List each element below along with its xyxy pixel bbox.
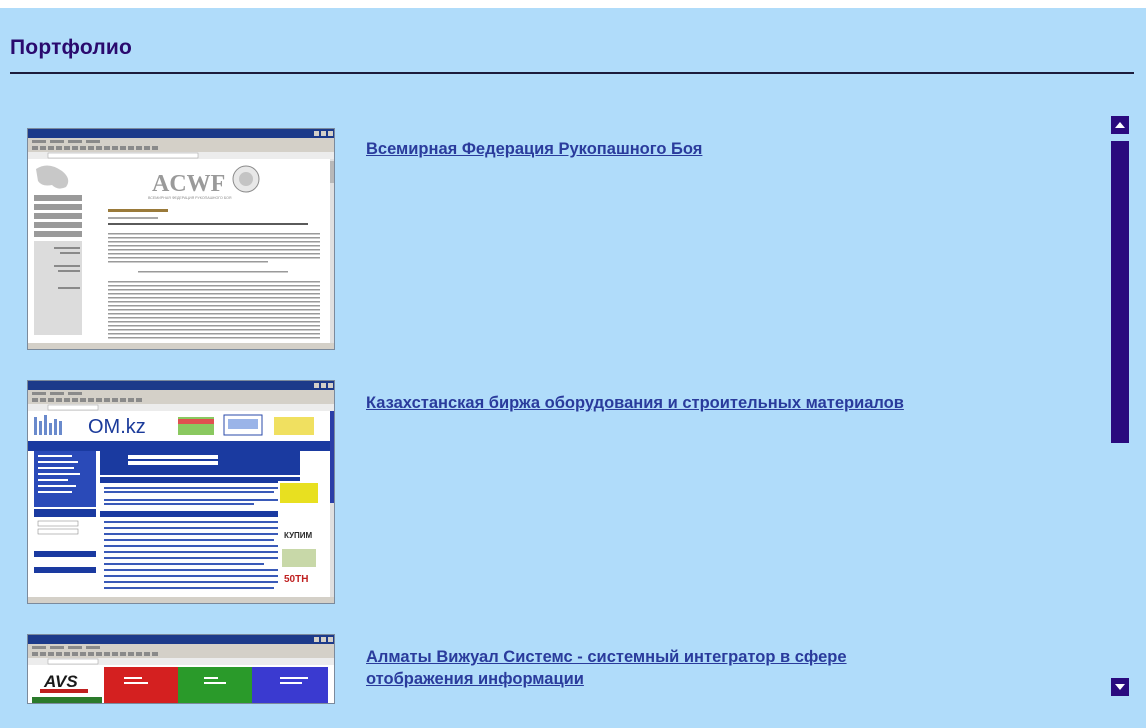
portfolio-link-acwf[interactable]: Всемирная Федерация Рукопашного Боя bbox=[366, 138, 926, 160]
om-screenshot-image: OM.kz КУПИМ 50ТН bbox=[28, 381, 334, 603]
portfolio-link-om[interactable]: Казахстанская биржа оборудования и строи… bbox=[366, 392, 926, 414]
acwf-logo-subtext: ВСЕМИРНАЯ ФЕДЕРАЦИЯ РУКОПАШНОГО БОЯ bbox=[148, 196, 232, 200]
page-title: Портфолио bbox=[10, 36, 133, 59]
portfolio-page: Портфолио ACWF ВСЕМИРНАЯ ФЕДЕРАЦИЯ РУКОП… bbox=[0, 8, 1146, 728]
triangle-down-icon bbox=[1115, 684, 1125, 690]
portfolio-thumbnail-avs[interactable]: AVS bbox=[27, 634, 335, 704]
scrollbar-thumb[interactable] bbox=[1111, 141, 1129, 443]
scroll-down-button[interactable] bbox=[1111, 678, 1129, 696]
om-logo-text: OM.kz bbox=[88, 416, 146, 438]
om-buy-label: КУПИМ bbox=[284, 531, 313, 540]
triangle-up-icon bbox=[1115, 122, 1125, 128]
title-divider bbox=[10, 72, 1134, 74]
om-tonnage-label: 50ТН bbox=[284, 574, 308, 585]
portfolio-link-avs[interactable]: Алматы Вижуал Системс - системный интегр… bbox=[366, 646, 926, 690]
acwf-logo-text: ACWF bbox=[152, 171, 225, 197]
avs-logo-text: AVS bbox=[43, 672, 78, 691]
portfolio-thumbnail-acwf[interactable]: ACWF ВСЕМИРНАЯ ФЕДЕРАЦИЯ РУКОПАШНОГО БОЯ bbox=[27, 128, 335, 350]
acwf-screenshot-image: ACWF ВСЕМИРНАЯ ФЕДЕРАЦИЯ РУКОПАШНОГО БОЯ bbox=[28, 129, 334, 349]
portfolio-thumbnail-om[interactable]: OM.kz КУПИМ 50ТН bbox=[27, 380, 335, 604]
avs-screenshot-image: AVS bbox=[28, 635, 334, 703]
scroll-up-button[interactable] bbox=[1111, 116, 1129, 134]
